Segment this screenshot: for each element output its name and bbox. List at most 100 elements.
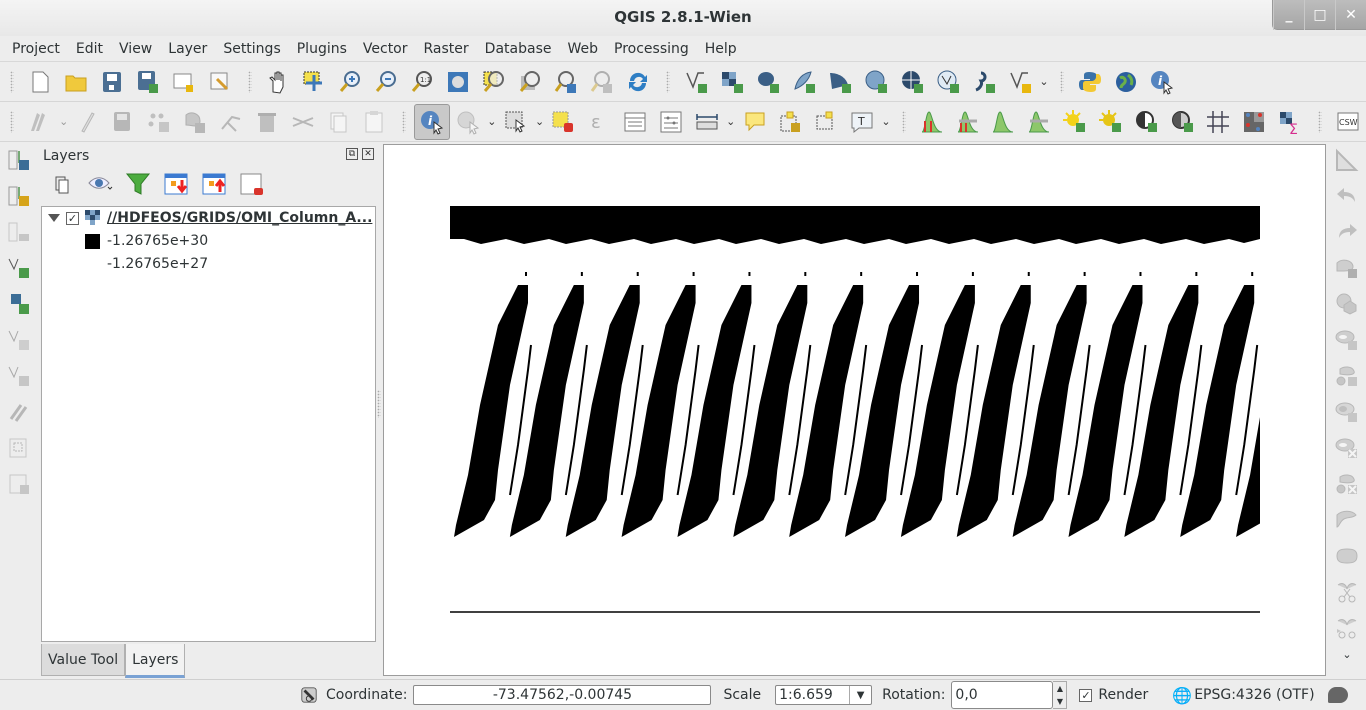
increase-contrast-icon[interactable]: [1129, 104, 1165, 140]
add-delimited-text-icon[interactable]: [966, 64, 1002, 100]
spin-up-icon[interactable]: ▲: [1057, 684, 1063, 693]
filter-legend-icon[interactable]: [120, 168, 156, 200]
full-cumulative-cut-icon[interactable]: [1021, 104, 1057, 140]
identify-plugin-icon[interactable]: i: [1144, 64, 1180, 100]
menu-view[interactable]: View: [111, 41, 160, 57]
chevron-down-icon[interactable]: ⌄: [534, 115, 546, 128]
layer-name[interactable]: //HDFEOS/GRIDS/OMI_Column_A...: [107, 210, 372, 226]
collapse-triangle-icon[interactable]: [48, 214, 60, 222]
minimize-button[interactable]: _: [1273, 0, 1304, 30]
chevron-down-icon[interactable]: ⌄: [486, 115, 498, 128]
new-bookmark-icon[interactable]: [772, 104, 808, 140]
text-annotation-icon[interactable]: T: [844, 104, 880, 140]
remove-layer-icon[interactable]: [234, 168, 270, 200]
chevron-down-icon[interactable]: ⌄: [725, 115, 737, 128]
add-feature-icon[interactable]: [141, 104, 177, 140]
grass-edit-region-icon[interactable]: [0, 466, 38, 502]
zonal-statistics-icon[interactable]: Σ: [1272, 104, 1308, 140]
select-features-icon[interactable]: [498, 104, 534, 140]
render-checkbox[interactable]: ✓: [1079, 688, 1093, 702]
add-vector-layer-icon[interactable]: [678, 64, 714, 100]
add-ring-icon[interactable]: [1328, 322, 1366, 358]
rotation-spinner[interactable]: ▲ ▼: [1053, 681, 1068, 709]
menu-help[interactable]: Help: [697, 41, 745, 57]
toolbar-grip[interactable]: [1060, 70, 1064, 93]
zoom-full-icon[interactable]: [440, 64, 476, 100]
split-parts-icon[interactable]: [1328, 610, 1366, 646]
attribute-table-icon[interactable]: [617, 104, 653, 140]
zoom-to-layer-icon[interactable]: [512, 64, 548, 100]
new-shapefile-layer-icon[interactable]: [1002, 64, 1038, 100]
raster-remove-icon[interactable]: [0, 214, 38, 250]
menu-project[interactable]: Project: [4, 41, 68, 57]
add-wms-layer-icon[interactable]: [858, 64, 894, 100]
grass-region-icon[interactable]: [0, 430, 38, 466]
toolbar-grip[interactable]: [402, 110, 407, 133]
measure-line-icon[interactable]: [689, 104, 725, 140]
open-project-icon[interactable]: [58, 64, 94, 100]
increase-brightness-icon[interactable]: [1057, 104, 1093, 140]
tab-value-tool[interactable]: Value Tool: [41, 644, 126, 676]
zoom-next-icon[interactable]: [584, 64, 620, 100]
close-panel-icon[interactable]: ✕: [362, 148, 374, 160]
current-edits-icon[interactable]: [22, 104, 58, 140]
crs-status[interactable]: EPSG:4326 (OTF): [1194, 687, 1314, 703]
save-project-icon[interactable]: [94, 64, 130, 100]
coordinate-field[interactable]: -73.47562,-0.00745: [413, 685, 712, 705]
layer-visibility-checkbox[interactable]: ✓: [66, 211, 79, 225]
expand-all-icon[interactable]: [158, 168, 194, 200]
pan-to-selection-icon[interactable]: [296, 64, 332, 100]
add-postgis-layer-icon[interactable]: [750, 64, 786, 100]
split-features-icon[interactable]: [1328, 574, 1366, 610]
add-spatialite-layer-icon[interactable]: [786, 64, 822, 100]
grass-new-vector-icon[interactable]: [0, 322, 38, 358]
fill-ring-icon[interactable]: [1328, 394, 1366, 430]
toolbar-grip[interactable]: [1317, 110, 1322, 133]
chevron-down-icon[interactable]: ⌄: [58, 115, 70, 128]
local-histogram-stretch-icon[interactable]: [914, 104, 950, 140]
georeferencer-icon[interactable]: [1201, 104, 1237, 140]
spin-down-icon[interactable]: ▼: [1057, 697, 1063, 706]
measure-angle-icon[interactable]: [1328, 142, 1366, 178]
move-feature-icon[interactable]: [177, 104, 213, 140]
menu-processing[interactable]: Processing: [606, 41, 697, 57]
toolbar-grip[interactable]: [248, 70, 252, 93]
field-calculator-icon[interactable]: [653, 104, 689, 140]
menu-raster[interactable]: Raster: [416, 41, 477, 57]
delete-selected-icon[interactable]: [249, 104, 285, 140]
reshape-features-icon[interactable]: [1328, 502, 1366, 538]
menu-web[interactable]: Web: [559, 41, 606, 57]
select-by-expression-icon[interactable]: ε: [581, 104, 617, 140]
chevron-down-icon[interactable]: ⌄: [1038, 75, 1050, 88]
identify-features-icon[interactable]: i: [414, 103, 451, 140]
toolbar-grip[interactable]: [901, 110, 906, 133]
zoom-out-icon[interactable]: [368, 64, 404, 100]
show-bookmarks-icon[interactable]: [808, 104, 844, 140]
new-project-icon[interactable]: [22, 64, 58, 100]
map-tips-icon[interactable]: [737, 104, 773, 140]
chevron-down-icon[interactable]: ▼: [849, 686, 871, 704]
add-mssql-layer-icon[interactable]: [822, 64, 858, 100]
new-composer-icon[interactable]: [166, 64, 202, 100]
chevron-down-icon[interactable]: ⌄: [880, 115, 892, 128]
zoom-in-icon[interactable]: [332, 64, 368, 100]
add-wcs-layer-icon[interactable]: [894, 64, 930, 100]
maximize-button[interactable]: □: [1304, 0, 1335, 30]
more-tools-chevron-icon[interactable]: ⌄: [1328, 648, 1366, 661]
save-as-icon[interactable]: [130, 64, 166, 100]
composer-manager-icon[interactable]: [202, 64, 238, 100]
grass-add-raster-icon[interactable]: [0, 286, 38, 322]
raster-new-icon[interactable]: [0, 178, 38, 214]
zoom-last-icon[interactable]: [548, 64, 584, 100]
python-console-icon[interactable]: [1072, 64, 1108, 100]
zoom-to-selection-icon[interactable]: [476, 64, 512, 100]
collapse-all-icon[interactable]: [196, 168, 232, 200]
redo-icon[interactable]: [1328, 214, 1366, 250]
delete-part-icon[interactable]: [1328, 466, 1366, 502]
float-panel-icon[interactable]: ⧉: [346, 148, 358, 160]
copy-features-icon[interactable]: [321, 104, 357, 140]
rotation-input[interactable]: 0,0: [951, 681, 1054, 709]
zoom-native-icon[interactable]: 1:1: [404, 64, 440, 100]
toggle-editing-icon[interactable]: [70, 104, 106, 140]
globe-icon[interactable]: [1108, 64, 1144, 100]
